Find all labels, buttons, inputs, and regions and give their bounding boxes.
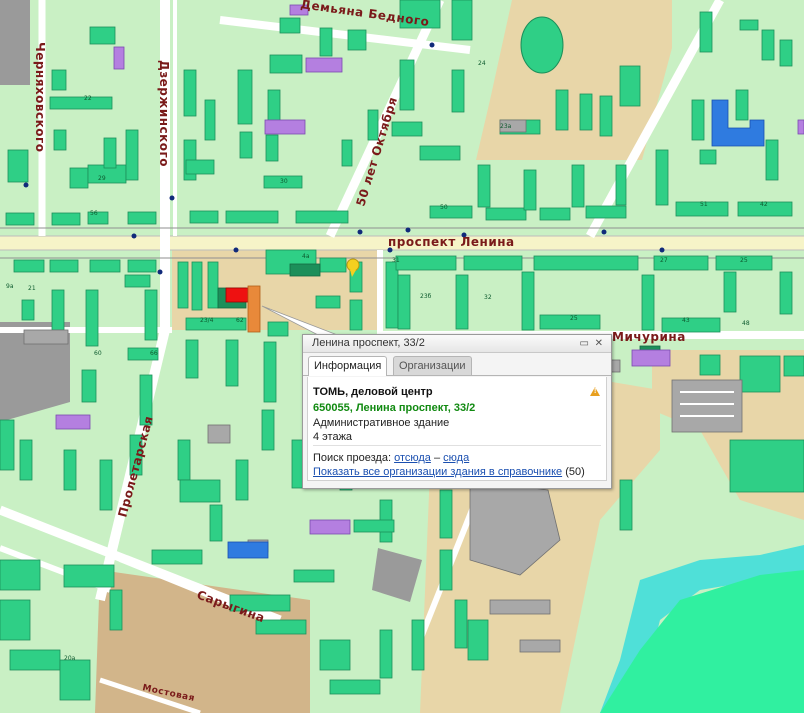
building-number-label: 30 (280, 178, 288, 185)
route-label: Поиск проезда: (313, 452, 391, 464)
building-number-label: 51 (700, 201, 708, 208)
building-number-label: 43 (682, 317, 690, 324)
route-from-link[interactable]: отсюда (394, 452, 431, 464)
route-dash: – (433, 452, 441, 464)
divider (313, 445, 601, 446)
street-dzerzhinskogo: Дзержинского (157, 60, 171, 167)
building-number-label: 66 (150, 350, 158, 357)
route-search: Поиск проезда: отсюда – сюда (313, 452, 469, 464)
show-orgs-link[interactable]: Показать все организации здания в справо… (313, 466, 562, 478)
tab-organizations[interactable]: Организации (393, 356, 472, 375)
building-number-label: 48 (742, 320, 750, 327)
building-number-label: 21 (28, 285, 36, 292)
building-number-label: 25 (570, 315, 578, 322)
blue-building-small (227, 541, 269, 559)
building-number-label: 9а (6, 283, 14, 290)
route-to-link[interactable]: сюда (443, 452, 469, 464)
street-michurina: Мичурина (612, 330, 686, 344)
building-number-label: 62 (236, 317, 244, 324)
building-floors: 4 этажа (313, 431, 353, 443)
building-type: Административное здание (313, 417, 450, 429)
popup-titlebar[interactable]: Ленина проспект, 33/2 ▭ ✕ (303, 335, 611, 353)
minimize-icon[interactable]: ▭ (580, 335, 589, 352)
building-address: 650055, Ленина проспект, 33/2 (313, 402, 476, 414)
building-number-label: 24 (478, 60, 486, 67)
building-number-label: 60 (94, 350, 102, 357)
building-number-label: 23/4 (200, 317, 214, 324)
building-number-label: 23б (420, 293, 432, 300)
building-number-label: 42 (760, 201, 768, 208)
tab-info[interactable]: Информация (308, 356, 388, 376)
popup-body: ТОМЬ, деловой центр ! 650055, Ленина про… (307, 377, 607, 481)
building-number-label: 23а (500, 123, 512, 130)
building-number-label: 31 (392, 257, 400, 264)
building-number-label: 32 (484, 294, 492, 301)
building-number-label: 50 (440, 204, 448, 211)
street-chernyakhovskogo: Черняховского (33, 42, 47, 153)
selected-building[interactable] (225, 287, 249, 303)
building-number-label: 25 (740, 257, 748, 264)
street-lenina: проспект Ленина (388, 235, 515, 249)
building-number-label: 29 (98, 175, 106, 182)
popup-tabs: Информация Организации (303, 353, 611, 376)
popup-title: Ленина проспект, 33/2 (312, 337, 425, 349)
building-number-label: 27 (660, 257, 668, 264)
orgs-row: Показать все организации здания в справо… (313, 466, 585, 478)
building-number-label: 4а (302, 253, 310, 260)
stadium-field (520, 16, 564, 74)
info-popup[interactable]: Ленина проспект, 33/2 ▭ ✕ Информация Орг… (302, 334, 612, 489)
warning-icon[interactable]: ! (590, 387, 600, 396)
building-name: ТОМЬ, деловой центр (313, 386, 433, 398)
orgs-count: (50) (565, 466, 585, 478)
orange-building (247, 285, 261, 333)
gray-block-top-left (0, 0, 30, 85)
building-number-label: 22 (84, 95, 92, 102)
close-icon[interactable]: ✕ (595, 335, 603, 352)
building-number-label: 20а (64, 655, 76, 662)
building-number-label: 56 (90, 210, 98, 217)
